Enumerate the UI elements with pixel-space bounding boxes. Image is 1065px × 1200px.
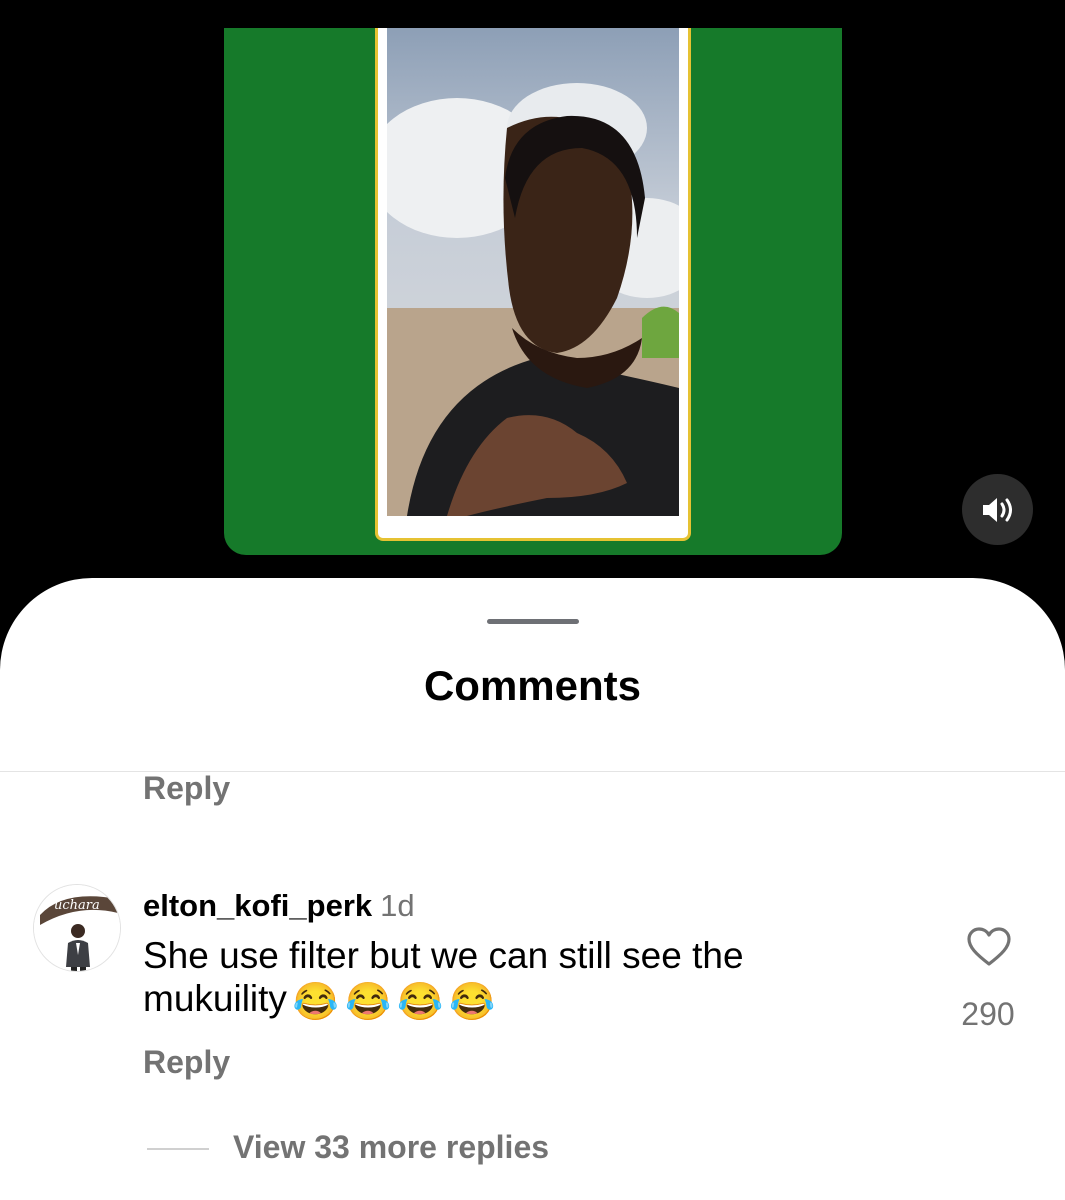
app-screen: Comments Reply uchara elton_kofi_perk1d [0,0,1065,1200]
avatar-logo-text: uchara [54,898,100,913]
view-more-replies-button[interactable]: View 33 more replies [233,1129,549,1166]
avatar-image: uchara [34,885,120,971]
sheet-drag-handle[interactable] [487,619,579,624]
like-count: 290 [961,996,1015,1032]
sound-toggle-button[interactable] [962,474,1033,545]
comment-body: She use filter but we can still see the … [143,934,863,1023]
comment-text: She use filter but we can still see the … [143,935,744,1019]
laughing-emoji-3: 😂 [397,980,444,1022]
video-thumbnail-image [387,28,679,516]
comment-header: elton_kofi_perk 1d [143,888,415,924]
reply-button-previous[interactable]: Reply [143,770,230,807]
replies-divider-line [147,1148,209,1150]
comment-timestamp: 1d [380,888,415,923]
laughing-emoji-1: 😂 [292,980,339,1022]
video-frame [375,28,691,541]
reply-button[interactable]: Reply [143,1044,230,1081]
heart-icon[interactable] [966,926,1012,968]
comments-sheet: Comments Reply uchara elton_kofi_perk1d [0,578,1065,1200]
laughing-emoji-2: 😂 [345,980,392,1022]
comment-username[interactable]: elton_kofi_perk [143,888,372,923]
avatar[interactable]: uchara [33,884,121,972]
laughing-emoji-4: 😂 [449,980,496,1022]
comments-title: Comments [423,662,642,709]
speaker-icon [982,497,1012,522]
